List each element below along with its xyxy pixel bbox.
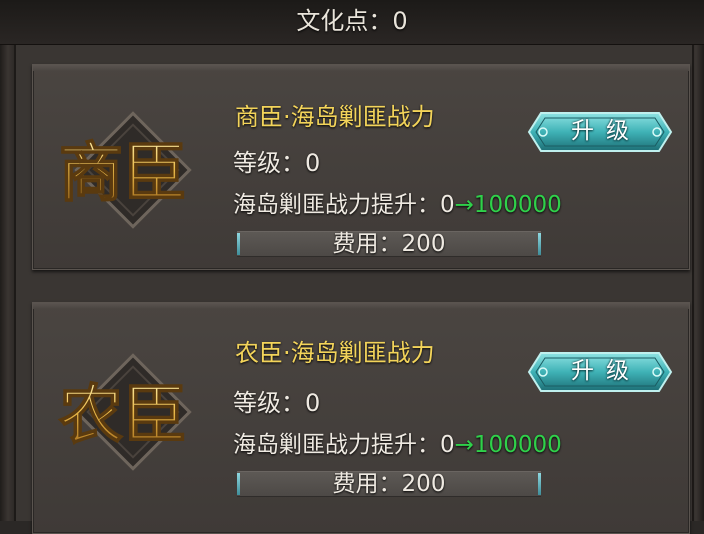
svg-text:商臣: 商臣 <box>59 136 187 211</box>
header-bar: 文化点：0 <box>0 0 704 45</box>
boost-target-value: 100000 <box>473 192 562 218</box>
upgrade-button[interactable]: 升级 <box>527 349 673 395</box>
level-label: 等级：0 <box>233 389 321 417</box>
boost-arrow: → <box>454 432 474 458</box>
upgrade-button-label: 升级 <box>571 118 641 144</box>
culture-points-label: 文化点：0 <box>296 7 408 35</box>
upgrade-button-label: 升级 <box>571 358 641 384</box>
minister-card-merchant: 商臣 商臣·海岛剿匪战力 等级：0 海岛剿匪战力提升：0→100000 费用：2… <box>32 64 690 270</box>
boost-target-value: 100000 <box>473 432 562 458</box>
upgrade-button[interactable]: 升级 <box>527 109 673 155</box>
power-boost-label: 海岛剿匪战力提升：0→100000 <box>233 432 562 458</box>
cost-label: 费用：200 <box>332 471 446 497</box>
level-label: 等级：0 <box>233 149 321 177</box>
card-title: 农臣·海岛剿匪战力 <box>235 339 435 367</box>
cost-bar: 费用：200 <box>237 471 541 497</box>
merchant-emblem-icon: 商臣 <box>53 95 223 245</box>
boost-arrow: → <box>454 192 474 218</box>
farmer-emblem-icon: 农臣 <box>53 337 223 487</box>
cost-label: 费用：200 <box>332 231 446 257</box>
power-boost-label: 海岛剿匪战力提升：0→100000 <box>233 192 562 218</box>
card-title: 商臣·海岛剿匪战力 <box>235 103 435 131</box>
minister-card-farmer: 农臣 农臣·海岛剿匪战力 等级：0 海岛剿匪战力提升：0→100000 费用：2… <box>32 302 690 534</box>
cost-bar: 费用：200 <box>237 231 541 257</box>
svg-text:农臣: 农臣 <box>59 378 187 453</box>
